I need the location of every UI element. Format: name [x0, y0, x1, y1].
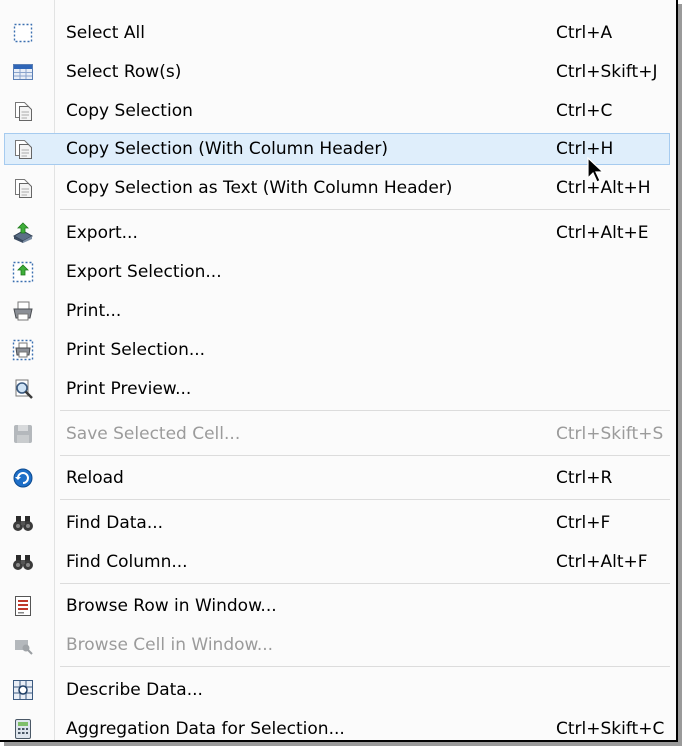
print-icon — [12, 300, 34, 322]
menu-item-label: Copy Selection (With Column Header) — [66, 139, 388, 159]
menu-item-select-rows[interactable]: Select Row(s) Ctrl+Skift+J — [4, 56, 670, 88]
menu-item-label: Copy Selection — [66, 101, 193, 121]
menu-item-shortcut: Ctrl+H — [556, 139, 614, 159]
print-selection-icon — [12, 339, 34, 361]
menu-separator — [60, 209, 670, 210]
menu-item-reload[interactable]: Reload Ctrl+R — [4, 462, 670, 494]
menu-item-shortcut: Ctrl+Alt+F — [556, 552, 648, 572]
menu-item-label: Save Selected Cell... — [66, 424, 241, 444]
browse-row-icon — [12, 595, 34, 617]
menu-item-copy-with-header[interactable]: Copy Selection (With Column Header) Ctrl… — [4, 133, 670, 165]
save-cell-icon — [12, 423, 34, 445]
menu-item-shortcut: Ctrl+A — [556, 23, 613, 43]
menu-item-shortcut: Ctrl+R — [556, 468, 613, 488]
select-rows-icon — [12, 61, 34, 83]
menu-item-shortcut: Ctrl+Skift+S — [556, 424, 664, 444]
menu-separator — [60, 410, 670, 411]
menu-item-shortcut: Ctrl+Skift+J — [556, 62, 658, 82]
menu-item-copy-selection[interactable]: Copy Selection Ctrl+C — [4, 95, 670, 127]
menu-item-print-preview[interactable]: Print Preview... — [4, 373, 670, 405]
export-selection-icon — [12, 261, 34, 283]
menu-item-label: Find Column... — [66, 552, 188, 572]
menu-item-label: Select Row(s) — [66, 62, 182, 82]
menu-separator — [60, 455, 670, 456]
copy-icon — [12, 100, 34, 122]
menu-item-label: Export Selection... — [66, 262, 222, 282]
menu-item-shortcut: Ctrl+Skift+C — [556, 719, 665, 739]
menu-item-label: Browse Row in Window... — [66, 596, 277, 616]
menu-item-shortcut: Ctrl+F — [556, 513, 611, 533]
menu-item-find-column[interactable]: Find Column... Ctrl+Alt+F — [4, 546, 670, 578]
calculator-icon — [12, 718, 34, 740]
menu-item-print-selection[interactable]: Print Selection... — [4, 334, 670, 366]
menu-item-find-data[interactable]: Find Data... Ctrl+F — [4, 507, 670, 539]
menu-item-label: Select All — [66, 23, 145, 43]
menu-item-label: Print Preview... — [66, 379, 192, 399]
reload-icon — [12, 467, 34, 489]
menu-item-label: Find Data... — [66, 513, 164, 533]
menu-item-browse-row[interactable]: Browse Row in Window... — [4, 590, 670, 622]
menu-item-label: Print Selection... — [66, 340, 206, 360]
menu-item-shortcut: Ctrl+Alt+E — [556, 223, 649, 243]
menu-item-label: Describe Data... — [66, 680, 203, 700]
context-menu: Select All Ctrl+A Select Row(s) Ctrl+Ski… — [0, 0, 678, 742]
menu-item-copy-as-text[interactable]: Copy Selection as Text (With Column Head… — [4, 172, 670, 204]
describe-data-icon — [12, 679, 34, 701]
menu-item-describe-data[interactable]: Describe Data... — [4, 674, 670, 706]
binoculars-icon — [12, 512, 34, 534]
menu-separator — [60, 666, 670, 667]
menu-item-aggregation-data[interactable]: Aggregation Data for Selection... Ctrl+S… — [4, 713, 670, 745]
menu-item-export-selection[interactable]: Export Selection... — [4, 256, 670, 288]
select-all-icon — [12, 22, 34, 44]
export-icon — [12, 222, 34, 244]
menu-item-browse-cell: Browse Cell in Window... — [4, 629, 670, 661]
copy-icon — [12, 177, 34, 199]
print-preview-icon — [12, 378, 34, 400]
menu-item-label: Reload — [66, 468, 124, 488]
menu-item-label: Print... — [66, 301, 122, 321]
menu-item-label: Copy Selection as Text (With Column Head… — [66, 178, 453, 198]
menu-item-shortcut: Ctrl+Alt+H — [556, 178, 651, 198]
menu-item-shortcut: Ctrl+C — [556, 101, 613, 121]
menu-item-print[interactable]: Print... — [4, 295, 670, 327]
menu-separator — [60, 583, 670, 584]
copy-icon — [12, 138, 34, 160]
menu-separator — [60, 499, 670, 500]
menu-item-save-selected-cell: Save Selected Cell... Ctrl+Skift+S — [4, 418, 670, 450]
menu-item-select-all[interactable]: Select All Ctrl+A — [4, 17, 670, 49]
menu-item-label: Aggregation Data for Selection... — [66, 719, 345, 739]
binoculars-icon — [12, 551, 34, 573]
menu-item-label: Export... — [66, 223, 138, 243]
menu-item-export[interactable]: Export... Ctrl+Alt+E — [4, 217, 670, 249]
browse-cell-icon — [12, 634, 34, 656]
menu-item-label: Browse Cell in Window... — [66, 635, 274, 655]
